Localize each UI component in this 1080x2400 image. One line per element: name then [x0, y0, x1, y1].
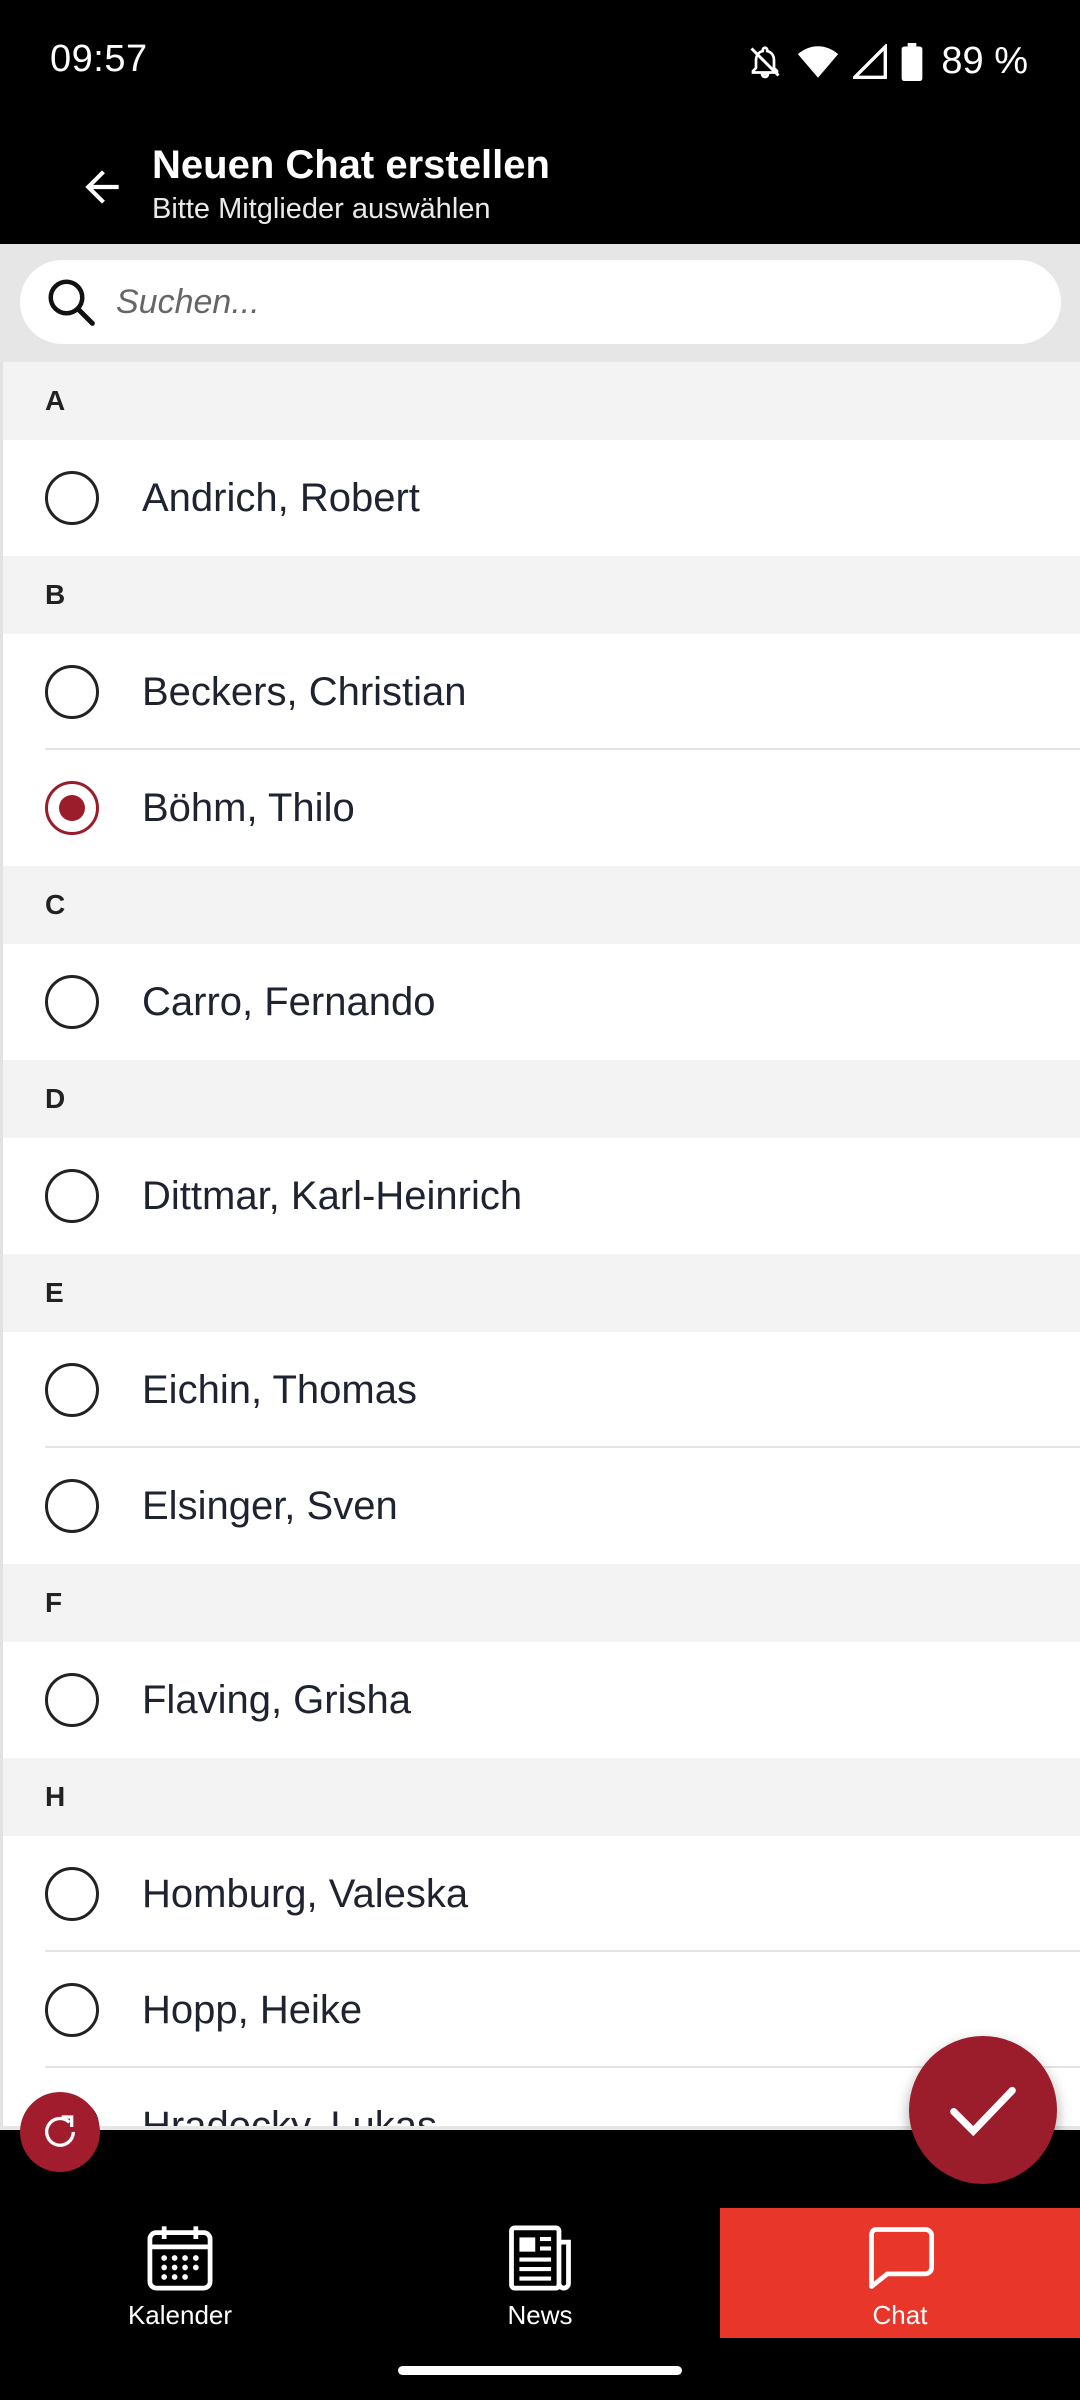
section-header-c: C [3, 866, 1080, 944]
nav-item-kalender[interactable]: Kalender [0, 2208, 360, 2338]
section-header-a: A [3, 362, 1080, 440]
search-input[interactable] [114, 281, 1014, 323]
nav-item-chat[interactable]: Chat [720, 2208, 1080, 2338]
app-bar: Neuen Chat erstellen Bitte Mitglieder au… [0, 125, 1080, 244]
list-item[interactable]: Beckers, Christian [3, 634, 1080, 750]
member-name: Carro, Fernando [142, 979, 436, 1024]
home-gesture-handle[interactable] [398, 2366, 682, 2375]
member-name: Andrich, Robert [142, 475, 420, 520]
wifi-icon [798, 45, 839, 78]
radio-button-selected[interactable] [45, 781, 99, 835]
member-name: Hradecky, Lukas [142, 2103, 437, 2127]
member-list[interactable]: A Andrich, Robert B Beckers, Christian B… [0, 362, 1080, 2126]
gesture-bar [0, 2338, 1080, 2400]
checkmark-icon [950, 2086, 1016, 2137]
list-item[interactable]: Hopp, Heike [3, 1952, 1080, 2068]
search-bar [0, 244, 1080, 362]
signal-icon [853, 43, 888, 79]
notifications-off-icon [750, 45, 780, 78]
content-area: A Andrich, Robert B Beckers, Christian B… [0, 244, 1080, 2130]
list-item[interactable]: Carro, Fernando [3, 944, 1080, 1060]
newspaper-icon [509, 2225, 571, 2291]
list-item[interactable]: Dittmar, Karl-Heinrich [3, 1138, 1080, 1254]
nav-label: Kalender [127, 2300, 233, 2330]
page-subtitle: Bitte Mitglieder auswählen [152, 193, 491, 225]
list-item[interactable]: Eichin, Thomas [3, 1332, 1080, 1448]
member-name: Flaving, Grisha [142, 1677, 411, 1722]
search-box[interactable] [20, 260, 1061, 344]
list-item[interactable]: Böhm, Thilo [3, 750, 1080, 866]
radio-button[interactable] [45, 1983, 99, 2037]
nav-item-news[interactable]: News [360, 2208, 720, 2338]
status-time: 09:57 [50, 38, 148, 80]
list-item[interactable]: Andrich, Robert [3, 440, 1080, 556]
section-header-h: H [3, 1758, 1080, 1836]
list-item[interactable]: Elsinger, Sven [3, 1448, 1080, 1564]
radio-button[interactable] [45, 1673, 99, 1727]
member-name: Eichin, Thomas [142, 1367, 417, 1412]
status-bar: 09:57 89 % [0, 0, 1080, 125]
arrow-back-icon [85, 170, 119, 204]
section-header-b: B [3, 556, 1080, 634]
search-icon [48, 279, 95, 326]
battery-percentage: 89 % [941, 40, 1028, 82]
member-name: Hopp, Heike [142, 1987, 363, 2032]
list-item[interactable]: Homburg, Valeska [3, 1836, 1080, 1952]
radio-button[interactable] [45, 1479, 99, 1533]
list-item[interactable]: Flaving, Grisha [3, 1642, 1080, 1758]
member-name: Beckers, Christian [142, 669, 467, 714]
radio-button[interactable] [45, 665, 99, 719]
radio-button[interactable] [45, 1169, 99, 1223]
calendar-icon [147, 2226, 213, 2291]
section-header-e: E [3, 1254, 1080, 1332]
radio-button[interactable] [45, 975, 99, 1029]
chat-bubble-icon [869, 2227, 935, 2289]
nav-label: News [507, 2300, 573, 2330]
battery-icon [902, 42, 923, 81]
refresh-button[interactable] [20, 2092, 100, 2172]
page-title: Neuen Chat erstellen [152, 143, 550, 187]
radio-button[interactable] [45, 1867, 99, 1921]
confirm-button[interactable] [909, 2036, 1057, 2184]
member-name: Elsinger, Sven [142, 1483, 398, 1528]
radio-button[interactable] [45, 471, 99, 525]
section-header-d: D [3, 1060, 1080, 1138]
radio-button[interactable] [45, 1363, 99, 1417]
bottom-navigation: Kalender News Chat [0, 2208, 1080, 2338]
member-name: Homburg, Valeska [142, 1871, 469, 1916]
refresh-icon [45, 2115, 75, 2147]
section-header-f: F [3, 1564, 1080, 1642]
status-icons: 89 % [747, 40, 1028, 83]
member-name: Böhm, Thilo [142, 785, 355, 830]
back-button[interactable] [62, 147, 142, 227]
nav-label: Chat [872, 2300, 928, 2330]
member-name: Dittmar, Karl-Heinrich [142, 1173, 523, 1218]
